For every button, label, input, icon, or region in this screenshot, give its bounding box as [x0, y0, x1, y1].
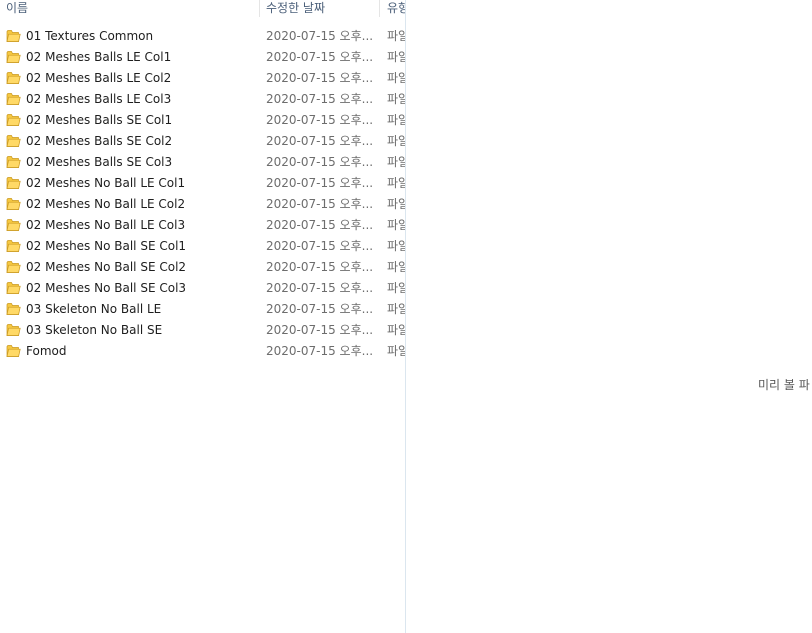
folder-icon — [6, 93, 21, 105]
file-row[interactable]: 02 Meshes No Ball LE Col1 2020-07-15 오후.… — [0, 173, 405, 194]
file-type: 파일 — [387, 71, 405, 85]
folder-icon — [6, 51, 21, 63]
folder-icon — [6, 282, 21, 294]
file-type: 파일 — [387, 197, 405, 211]
file-type: 파일 — [387, 50, 405, 64]
folder-icon — [6, 240, 21, 252]
file-name: 03 Skeleton No Ball SE — [26, 323, 163, 337]
file-date: 2020-07-15 오후... — [266, 29, 374, 43]
file-type: 파일 — [387, 239, 405, 253]
file-date: 2020-07-15 오후... — [266, 197, 374, 211]
file-name: 02 Meshes No Ball SE Col3 — [26, 281, 187, 295]
file-type: 파일 — [387, 302, 405, 316]
file-explorer-window: 이름 수정한 날짜 유형 01 Textures Common 2020-07-… — [0, 0, 812, 633]
file-name: 02 Meshes No Ball SE Col1 — [26, 239, 187, 253]
folder-icon — [6, 261, 21, 273]
folder-icon — [6, 30, 21, 42]
folder-icon — [6, 177, 21, 189]
column-header-type[interactable]: 유형 — [387, 0, 405, 18]
preview-pane: 미리 볼 파 — [406, 0, 812, 633]
file-type: 파일 — [387, 260, 405, 274]
file-date: 2020-07-15 오후... — [266, 302, 374, 316]
file-name: 02 Meshes Balls LE Col1 — [26, 50, 172, 64]
file-row[interactable]: 03 Skeleton No Ball SE 2020-07-15 오후... … — [0, 320, 405, 341]
file-row[interactable]: 02 Meshes Balls LE Col3 2020-07-15 오후...… — [0, 89, 405, 110]
file-date: 2020-07-15 오후... — [266, 134, 374, 148]
file-type: 파일 — [387, 113, 405, 127]
file-date: 2020-07-15 오후... — [266, 323, 374, 337]
file-name: 02 Meshes No Ball SE Col2 — [26, 260, 187, 274]
folder-icon — [6, 345, 21, 357]
file-row[interactable]: 03 Skeleton No Ball LE 2020-07-15 오후... … — [0, 299, 405, 320]
folder-icon — [6, 114, 21, 126]
file-name: 03 Skeleton No Ball LE — [26, 302, 162, 316]
file-date: 2020-07-15 오후... — [266, 113, 374, 127]
file-type: 파일 — [387, 134, 405, 148]
file-row[interactable]: 02 Meshes Balls SE Col3 2020-07-15 오후...… — [0, 152, 405, 173]
file-date: 2020-07-15 오후... — [266, 71, 374, 85]
file-name: 02 Meshes Balls LE Col3 — [26, 92, 172, 106]
folder-icon — [6, 156, 21, 168]
file-date: 2020-07-15 오후... — [266, 239, 374, 253]
folder-icon — [6, 72, 21, 84]
folder-icon — [6, 324, 21, 336]
file-type: 파일 — [387, 218, 405, 232]
file-name: 02 Meshes No Ball LE Col2 — [26, 197, 186, 211]
file-row[interactable]: 02 Meshes No Ball SE Col3 2020-07-15 오후.… — [0, 278, 405, 299]
file-type: 파일 — [387, 344, 405, 358]
file-date: 2020-07-15 오후... — [266, 260, 374, 274]
folder-icon — [6, 219, 21, 231]
file-name: 02 Meshes No Ball LE Col3 — [26, 218, 186, 232]
file-row[interactable]: 02 Meshes No Ball SE Col1 2020-07-15 오후.… — [0, 236, 405, 257]
folder-icon — [6, 198, 21, 210]
file-row[interactable]: Fomod 2020-07-15 오후... 파일 — [0, 341, 405, 362]
file-rows: 01 Textures Common 2020-07-15 오후... 파일 0… — [0, 26, 405, 362]
column-header-bar: 이름 수정한 날짜 유형 — [0, 0, 405, 18]
file-date: 2020-07-15 오후... — [266, 218, 374, 232]
file-row[interactable]: 02 Meshes Balls LE Col2 2020-07-15 오후...… — [0, 68, 405, 89]
column-header-date[interactable]: 수정한 날짜 — [266, 0, 374, 18]
file-date: 2020-07-15 오후... — [266, 92, 374, 106]
file-type: 파일 — [387, 92, 405, 106]
folder-icon — [6, 135, 21, 147]
file-type: 파일 — [387, 281, 405, 295]
preview-message: 미리 볼 파 — [758, 378, 810, 392]
file-list-pane: 이름 수정한 날짜 유형 01 Textures Common 2020-07-… — [0, 0, 405, 633]
file-row[interactable]: 02 Meshes No Ball SE Col2 2020-07-15 오후.… — [0, 257, 405, 278]
file-name: Fomod — [26, 344, 67, 358]
file-date: 2020-07-15 오후... — [266, 155, 374, 169]
file-row[interactable]: 02 Meshes Balls SE Col2 2020-07-15 오후...… — [0, 131, 405, 152]
file-date: 2020-07-15 오후... — [266, 281, 374, 295]
file-type: 파일 — [387, 155, 405, 169]
file-name: 02 Meshes Balls SE Col3 — [26, 155, 173, 169]
file-row[interactable]: 02 Meshes Balls SE Col1 2020-07-15 오후...… — [0, 110, 405, 131]
folder-icon — [6, 303, 21, 315]
file-name: 02 Meshes Balls SE Col1 — [26, 113, 173, 127]
file-name: 02 Meshes Balls SE Col2 — [26, 134, 173, 148]
file-name: 02 Meshes No Ball LE Col1 — [26, 176, 186, 190]
column-separator[interactable] — [259, 0, 260, 17]
file-type: 파일 — [387, 176, 405, 190]
column-header-name[interactable]: 이름 — [6, 0, 254, 18]
file-row[interactable]: 02 Meshes No Ball LE Col2 2020-07-15 오후.… — [0, 194, 405, 215]
file-row[interactable]: 02 Meshes No Ball LE Col3 2020-07-15 오후.… — [0, 215, 405, 236]
file-name: 02 Meshes Balls LE Col2 — [26, 71, 172, 85]
file-date: 2020-07-15 오후... — [266, 176, 374, 190]
file-row[interactable]: 02 Meshes Balls LE Col1 2020-07-15 오후...… — [0, 47, 405, 68]
file-date: 2020-07-15 오후... — [266, 50, 374, 64]
column-separator[interactable] — [379, 0, 380, 17]
file-row[interactable]: 01 Textures Common 2020-07-15 오후... 파일 — [0, 26, 405, 47]
file-date: 2020-07-15 오후... — [266, 344, 374, 358]
file-type: 파일 — [387, 323, 405, 337]
file-type: 파일 — [387, 29, 405, 43]
file-name: 01 Textures Common — [26, 29, 154, 43]
